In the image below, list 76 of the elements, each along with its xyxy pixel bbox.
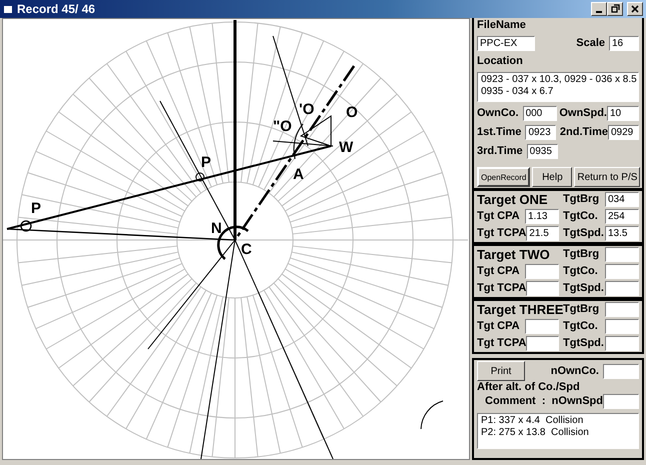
field-label: TgtSpd. xyxy=(563,227,604,240)
input-field[interactable] xyxy=(525,319,559,334)
field-label: FileName xyxy=(477,19,526,32)
field-label: OwnCo. xyxy=(477,107,519,120)
plot-label: P xyxy=(31,200,42,217)
plot-label: P xyxy=(201,154,212,171)
close-button[interactable] xyxy=(627,2,643,16)
input-field[interactable]: 0935 xyxy=(526,144,558,159)
comment-field[interactable]: P1: 337 x 4.4 Collision P2: 275 x 13.8 Collision xyxy=(477,413,639,449)
input-field[interactable]: 0923 xyxy=(525,125,556,140)
field-label: TgtBrg xyxy=(563,303,600,316)
minimize-icon xyxy=(596,10,602,13)
field-label: Comment : xyxy=(485,395,546,408)
input-field[interactable]: 254 xyxy=(605,209,639,224)
field-label: Tgt CPA xyxy=(477,210,520,223)
field-label: TgtSpd. xyxy=(563,282,604,295)
input-field[interactable] xyxy=(605,336,639,351)
input-field[interactable]: 000 xyxy=(522,106,557,121)
input-field[interactable]: 16 xyxy=(609,36,639,51)
field-label: Tgt TCPA xyxy=(477,282,526,295)
target-title: Target TWO xyxy=(477,247,551,262)
field-label: Tgt CPA xyxy=(477,265,520,278)
field-label: Tgt TCPA xyxy=(477,227,526,240)
field-label: TgtCo. xyxy=(563,320,598,333)
input-field[interactable] xyxy=(605,302,639,317)
field-label: TgtBrg xyxy=(563,193,600,206)
input-field[interactable] xyxy=(526,281,559,296)
window-title: Record 45/ 46 xyxy=(17,1,96,18)
plot-label: W xyxy=(339,139,354,156)
field-label: nOwnSpd xyxy=(552,395,603,408)
input-field[interactable] xyxy=(525,264,559,279)
field-label: Tgt TCPA xyxy=(477,337,526,350)
field-label: Scale xyxy=(576,37,605,50)
field-label: nOwnCo. xyxy=(550,364,599,378)
action-button[interactable]: Return to P/S xyxy=(574,167,640,187)
field-label: TgtSpd. xyxy=(563,337,604,350)
window-icon xyxy=(3,4,13,14)
action-button[interactable]: Help xyxy=(532,167,572,187)
input-field[interactable]: 10 xyxy=(607,106,639,121)
input-field[interactable]: 0929 xyxy=(608,125,639,140)
field-label: TgtBrg xyxy=(563,248,600,261)
location-field[interactable]: 0923 - 037 x 10.3, 0929 - 036 x 8.5 0935 - 034 x 6.7 xyxy=(477,72,639,102)
action-button[interactable]: OpenRecord xyxy=(477,167,530,187)
input-field[interactable]: 13.5 xyxy=(605,226,639,241)
field-label: TgtCo. xyxy=(563,210,598,223)
input-field[interactable] xyxy=(603,394,639,409)
field-label: TgtCo. xyxy=(563,265,598,278)
input-field[interactable] xyxy=(603,364,639,378)
plot-label: O xyxy=(346,104,358,121)
restore-icon xyxy=(610,4,620,14)
close-icon xyxy=(631,4,639,13)
minimize-button[interactable] xyxy=(591,2,607,16)
plot-label: N xyxy=(211,220,222,237)
field-label: OwnSpd. xyxy=(559,107,607,120)
field-label: Location xyxy=(477,55,523,68)
input-field[interactable]: 1.13 xyxy=(525,209,559,224)
print-button[interactable]: Print xyxy=(477,361,525,381)
input-field[interactable]: 034 xyxy=(605,192,639,207)
plot-label: A xyxy=(293,166,304,183)
field-label: After alt. of Co./Spd xyxy=(477,381,580,394)
plot-label: "O xyxy=(273,118,292,135)
input-field[interactable]: PPC-EX xyxy=(477,36,535,51)
field-label: 1st.Time xyxy=(477,126,522,139)
input-field[interactable] xyxy=(526,336,559,351)
input-field[interactable] xyxy=(605,264,639,279)
restore-button[interactable] xyxy=(607,2,623,16)
input-field[interactable] xyxy=(605,319,639,334)
plot-label: 'O xyxy=(299,101,314,118)
input-field[interactable] xyxy=(605,247,639,262)
plot-label: C xyxy=(241,241,252,258)
input-field[interactable] xyxy=(605,281,639,296)
field-label: 3rd.Time xyxy=(477,145,523,158)
input-field[interactable]: 21.5 xyxy=(526,226,559,241)
field-label: 2nd.Time xyxy=(560,126,608,139)
field-label: Tgt CPA xyxy=(477,320,520,333)
target-title: Target ONE xyxy=(477,192,549,207)
